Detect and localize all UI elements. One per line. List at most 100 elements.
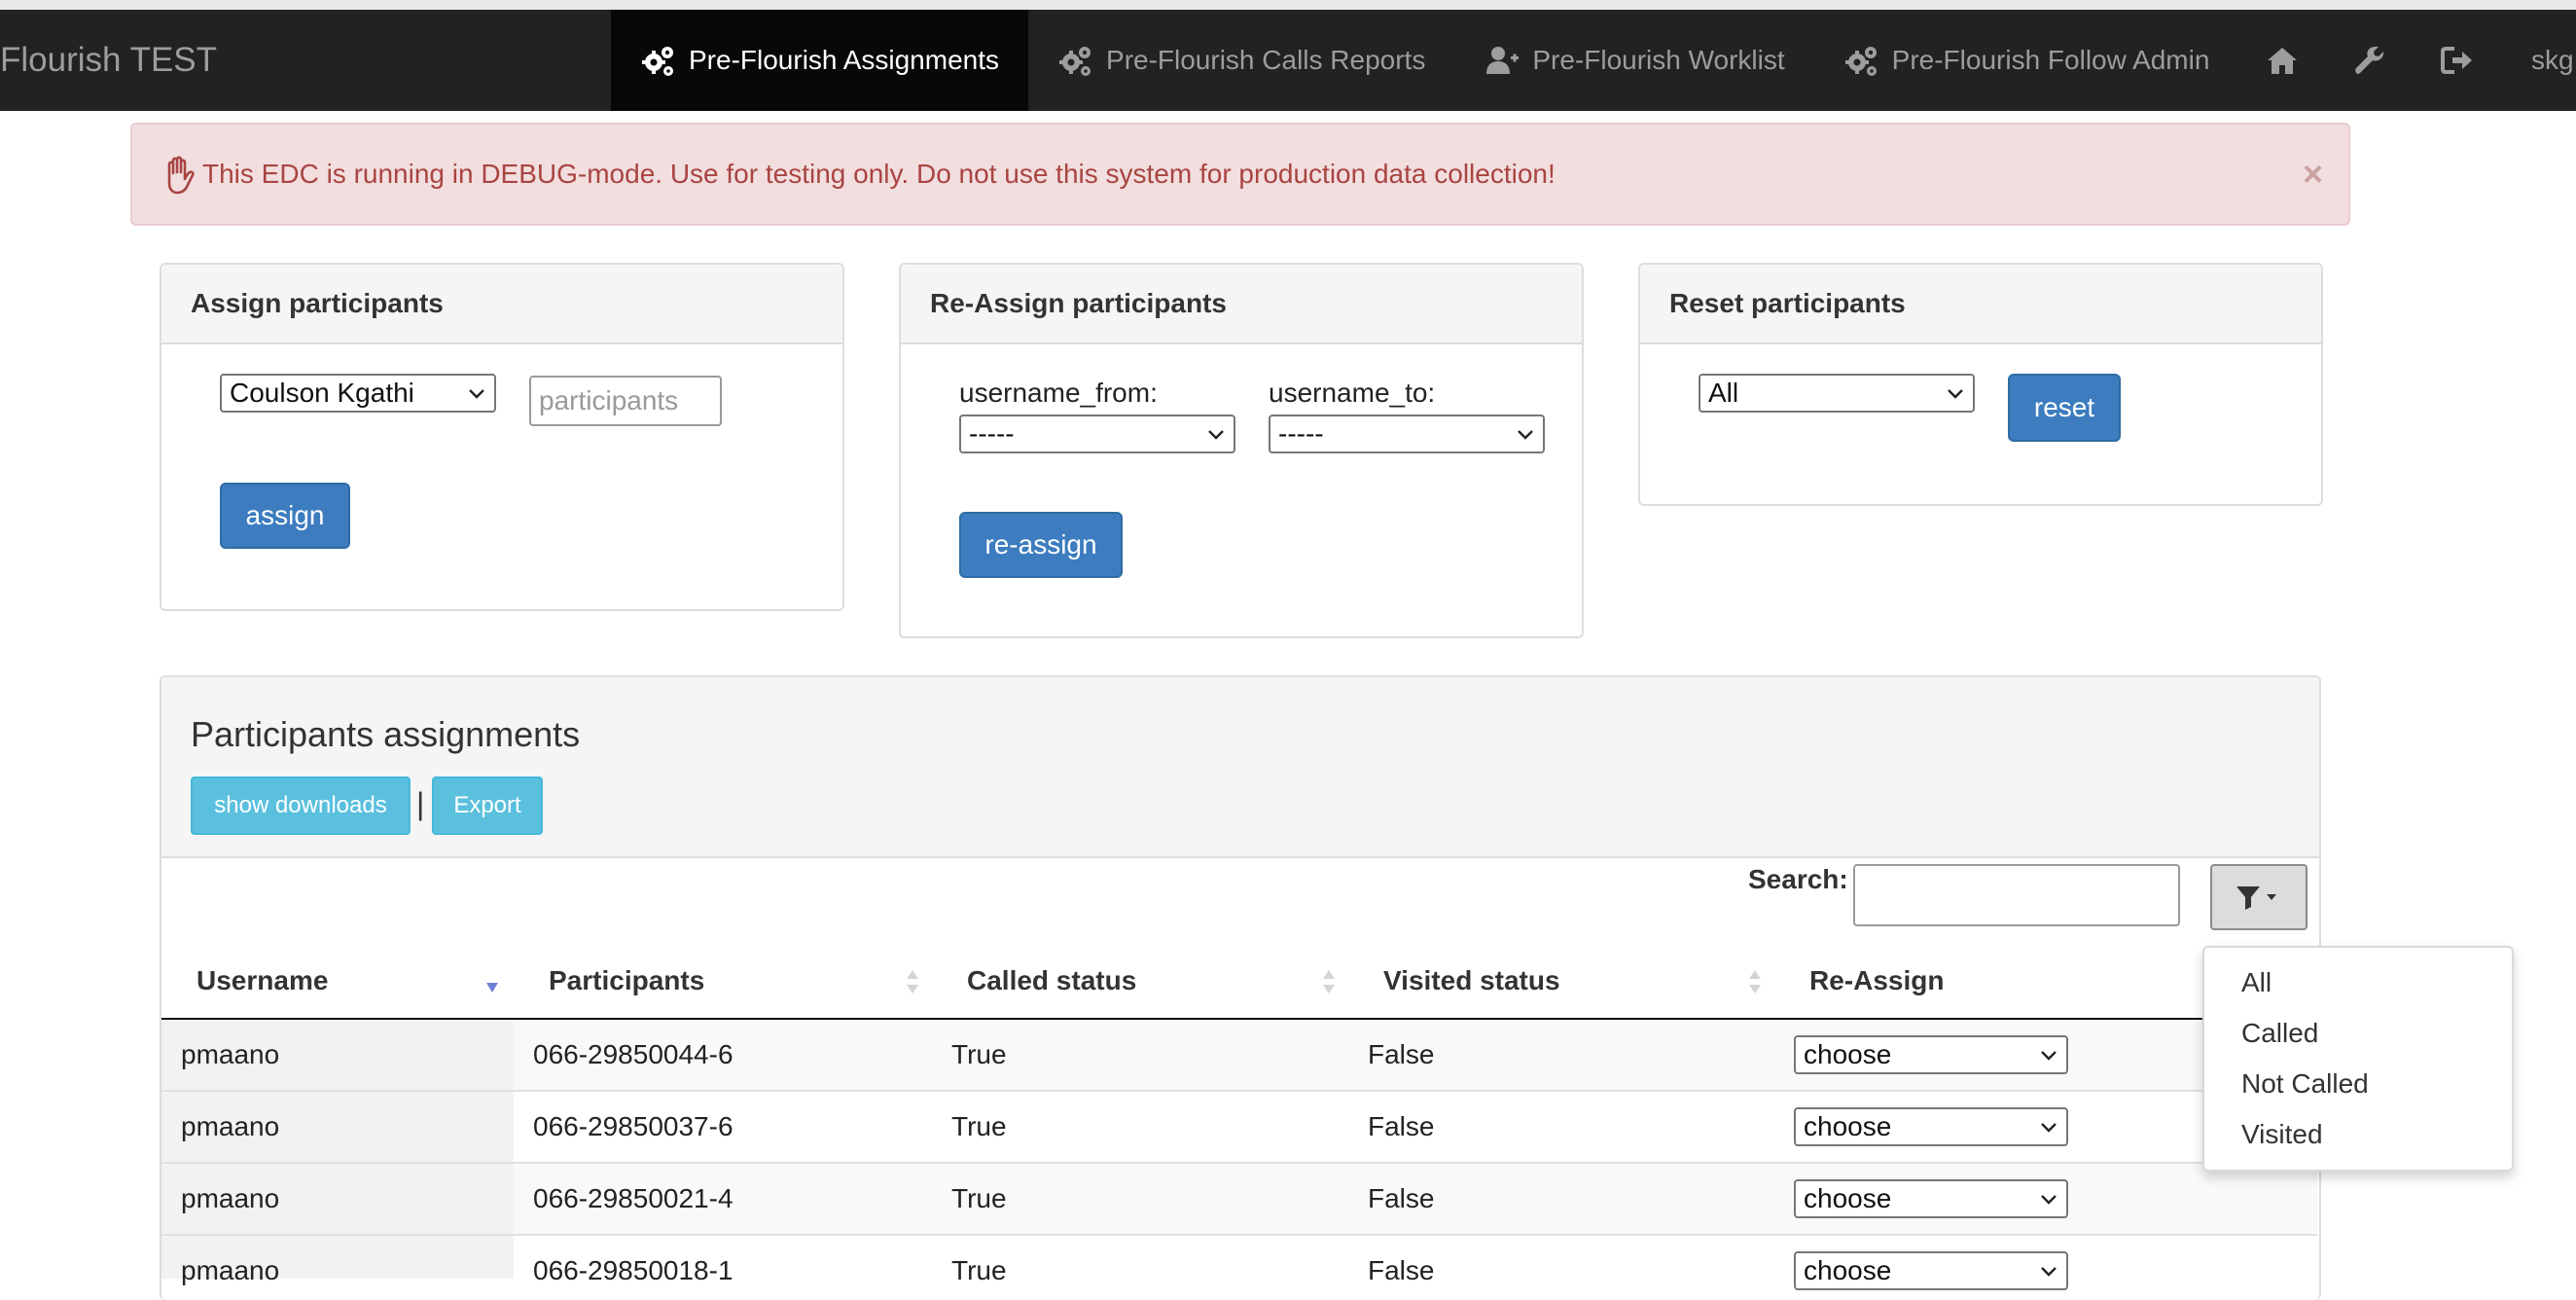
cell-participant: 066-29850021-4 (533, 1183, 733, 1213)
cell-participant: 066-29850018-1 (533, 1255, 733, 1285)
reassign-panel: Re-Assign participants username_from: us… (899, 263, 1584, 638)
select-value: All (1708, 378, 1739, 408)
filter-option-called[interactable]: Called (2241, 1018, 2318, 1049)
username-from-label: username_from: (959, 378, 1158, 408)
panel-heading: Assign participants (161, 265, 842, 344)
nav-logout[interactable] (2414, 10, 2501, 111)
assign-panel: Assign participants Coulson Kgathi assig… (160, 263, 844, 611)
select-value: ----- (1278, 418, 1324, 449)
column-header-reassign[interactable]: Re-Assign (1809, 965, 1944, 1020)
filter-option-not-called[interactable]: Not Called (2241, 1068, 2369, 1100)
select-value: choose (1804, 1255, 1892, 1285)
nav-item-assignments[interactable]: Pre-Flourish Assignments (611, 10, 1029, 111)
export-button[interactable]: Export (432, 776, 543, 835)
cell-username: pmaano (181, 1183, 280, 1213)
row-reassign-select[interactable]: choose (1794, 1035, 2068, 1074)
nav-item-label: Pre-Flourish Calls Reports (1106, 45, 1426, 75)
nav-settings[interactable] (2326, 10, 2414, 111)
chevron-down-icon (2041, 1195, 2057, 1205)
debug-alert: This EDC is running in DEBUG-mode. Use f… (130, 123, 2350, 226)
button-separator: | (416, 786, 425, 821)
row-reassign-select[interactable]: choose (1794, 1251, 2068, 1290)
assign-user-select[interactable]: Coulson Kgathi (220, 374, 496, 413)
column-header-called-status[interactable]: Called status (967, 965, 1136, 1020)
participants-input[interactable] (529, 376, 722, 426)
select-value: ----- (969, 418, 1015, 449)
column-header-username[interactable]: Username (197, 965, 328, 1020)
table-row: pmaano 066-29850037-6 True False choose (161, 1092, 2317, 1164)
username-to-select[interactable]: ----- (1269, 415, 1545, 453)
reset-button[interactable]: reset (2008, 374, 2121, 442)
search-label: Search: (1748, 864, 1848, 894)
column-header-visited-status[interactable]: Visited status (1383, 965, 1560, 1020)
cell-called: True (951, 1183, 1007, 1213)
search-input[interactable] (1853, 864, 2180, 926)
cell-called: True (951, 1039, 1007, 1069)
row-reassign-select[interactable]: choose (1794, 1179, 2068, 1218)
brand-title[interactable]: Flourish TEST (0, 10, 217, 111)
nav-links: Pre-Flourish Assignments Pre-Flourish Ca… (611, 10, 2501, 111)
table-row: pmaano 066-29850018-1 True False choose (161, 1236, 2317, 1290)
sort-both-icon[interactable] (1747, 967, 1763, 996)
gears-icon (1057, 42, 1094, 79)
chevron-down-icon (1518, 430, 1533, 440)
select-value: choose (1804, 1039, 1892, 1069)
sort-both-icon[interactable] (1321, 967, 1337, 996)
cell-visited: False (1368, 1111, 1435, 1141)
nav-item-worklist[interactable]: Pre-Flourish Worklist (1454, 10, 1813, 111)
gears-icon (640, 42, 677, 79)
logout-icon (2439, 42, 2476, 79)
wrench-icon (2351, 42, 2388, 79)
filter-option-all[interactable]: All (2241, 967, 2272, 998)
username-from-select[interactable]: ----- (959, 415, 1235, 453)
cell-username: pmaano (181, 1255, 280, 1285)
chevron-down-icon (2041, 1267, 2057, 1277)
assignments-title: Participants assignments (191, 714, 581, 754)
filter-dropdown-button[interactable] (2210, 864, 2308, 930)
chevron-down-icon (2041, 1123, 2057, 1133)
username-to-label: username_to: (1269, 378, 1436, 408)
cell-visited: False (1368, 1255, 1435, 1285)
filter-option-visited[interactable]: Visited (2241, 1119, 2323, 1150)
panel-heading: Reset participants (1640, 265, 2321, 344)
nav-item-calls-reports[interactable]: Pre-Flourish Calls Reports (1028, 10, 1454, 111)
row-reassign-select[interactable]: choose (1794, 1107, 2068, 1146)
select-value: Coulson Kgathi (230, 378, 414, 408)
panel-title: Reset participants (1669, 288, 1906, 318)
home-icon (2264, 42, 2301, 79)
reassign-button[interactable]: re-assign (959, 512, 1123, 578)
reset-filter-select[interactable]: All (1699, 374, 1975, 413)
panel-title: Re-Assign participants (930, 288, 1227, 318)
chevron-down-icon (1948, 389, 1963, 399)
cell-called: True (951, 1111, 1007, 1141)
user-plus-icon (1484, 42, 1521, 79)
hand-stop-icon (161, 156, 197, 195)
sort-desc-icon[interactable] (484, 973, 500, 1002)
nav-home[interactable] (2238, 10, 2326, 111)
cell-username: pmaano (181, 1039, 280, 1069)
panel-title: Assign participants (191, 288, 444, 318)
reset-panel: Reset participants All reset (1638, 263, 2323, 506)
cell-username: pmaano (181, 1111, 280, 1141)
filter-icon (2236, 886, 2276, 910)
cell-participant: 066-29850037-6 (533, 1111, 733, 1141)
navbar: Flourish TEST Pre-Flourish Assignments P… (0, 10, 2576, 111)
select-value: choose (1804, 1183, 1892, 1213)
nav-item-label: Pre-Flourish Assignments (689, 45, 1000, 75)
chevron-down-icon (1208, 430, 1224, 440)
cell-participant: 066-29850044-6 (533, 1039, 733, 1069)
column-header-participants[interactable]: Participants (549, 965, 704, 1020)
panel-heading: Participants assignments show downloads … (161, 677, 2319, 858)
alert-message: This EDC is running in DEBUG-mode. Use f… (202, 159, 1556, 189)
table-row: pmaano 066-29850021-4 True False choose (161, 1164, 2317, 1236)
panel-heading: Re-Assign participants (901, 265, 1582, 344)
window-top-strip (0, 0, 2576, 10)
nav-username[interactable]: skg (2531, 10, 2574, 111)
cell-visited: False (1368, 1183, 1435, 1213)
sort-both-icon[interactable] (905, 967, 920, 996)
alert-close-button[interactable]: × (2303, 125, 2323, 224)
select-value: choose (1804, 1111, 1892, 1141)
show-downloads-button[interactable]: show downloads (191, 776, 411, 835)
assign-button[interactable]: assign (220, 483, 350, 549)
nav-item-follow-admin[interactable]: Pre-Flourish Follow Admin (1814, 10, 2239, 111)
